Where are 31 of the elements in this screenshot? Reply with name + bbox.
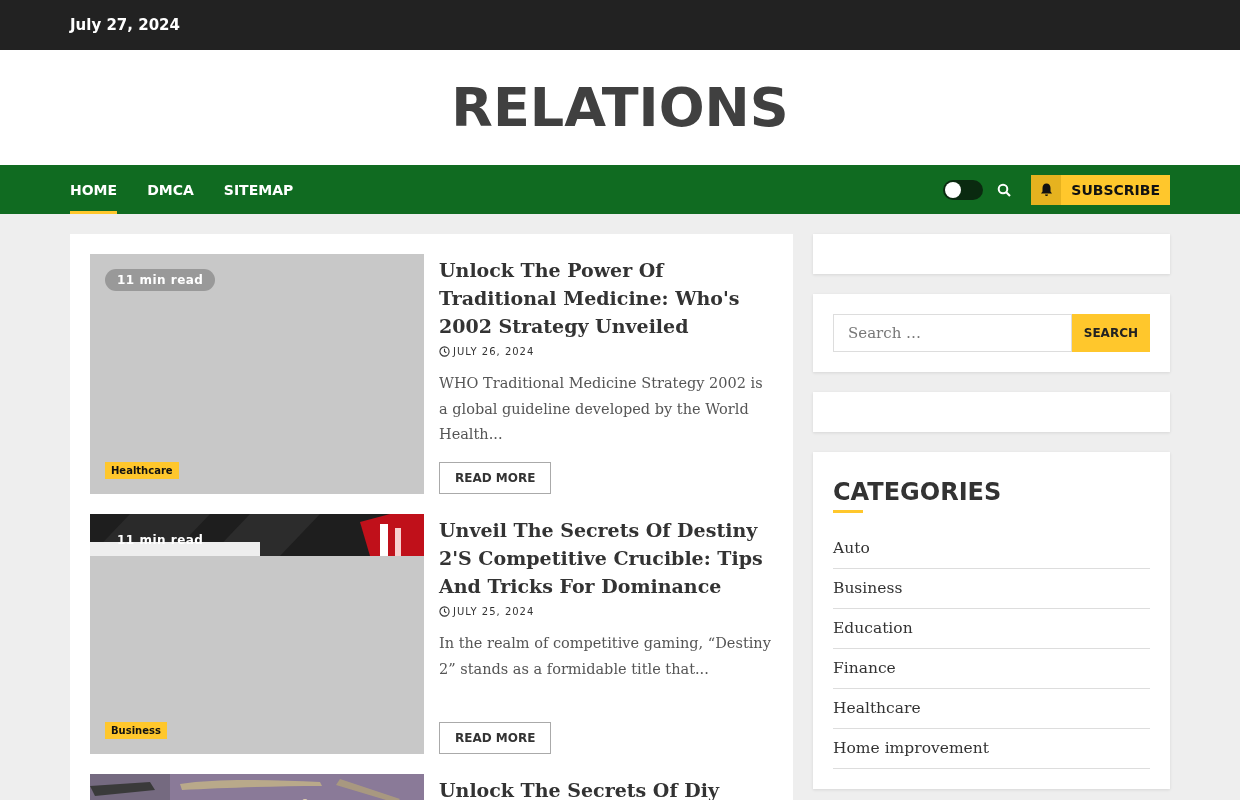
theme-toggle[interactable] xyxy=(943,179,984,200)
search-button[interactable]: SEARCH xyxy=(1071,314,1150,352)
nav-link[interactable]: DMCA xyxy=(147,165,194,214)
nav-link[interactable]: SITEMAP xyxy=(223,165,294,214)
clock-icon xyxy=(439,346,450,357)
post-title[interactable]: Unlock The Power Of Traditional Medicine: Who's 2002 Strategy Unveiled xyxy=(439,254,773,340)
search-icon[interactable] xyxy=(997,182,1012,197)
site-title[interactable]: RELATIONS xyxy=(451,76,789,139)
post-title[interactable]: Unveil The Secrets Of Destiny 2'S Competitive Crucible: Tips And Tricks For Dominance xyxy=(439,514,773,600)
read-time-label: 11 min read xyxy=(105,269,216,291)
category-tag[interactable]: Healthcare xyxy=(105,462,179,479)
subscribe-button[interactable]: SUBSCRIBE xyxy=(1031,174,1170,205)
post-date: JULY 25, 2024 xyxy=(453,606,535,617)
read-more-button[interactable]: READ MORE xyxy=(439,462,552,494)
date-text: July 27, 2024 xyxy=(70,16,180,34)
widget-title: CATEGORIES xyxy=(833,478,1002,506)
category-link[interactable]: Home improvement xyxy=(833,729,1150,769)
post-excerpt: In the realm of competitive gaming, “Destiny 2” stands as a formidable title that... xyxy=(439,634,772,679)
nav-link[interactable]: HOME xyxy=(70,165,118,214)
category-link[interactable]: Auto xyxy=(833,539,1150,569)
search-field[interactable]: Search … xyxy=(833,314,1072,352)
category-link[interactable]: Finance xyxy=(833,649,1150,689)
post-excerpt: WHO Traditional Medicine Strategy 2002 is a global guideline developed by the World Health... xyxy=(439,374,764,444)
post-date: JULY 26, 2024 xyxy=(453,346,535,357)
category-link[interactable]: Healthcare xyxy=(833,689,1150,729)
read-more-button[interactable]: READ MORE xyxy=(439,722,552,754)
category-link[interactable]: Education xyxy=(833,609,1150,649)
category-link[interactable]: Business xyxy=(833,569,1150,609)
bell-icon xyxy=(1039,182,1053,197)
category-tag[interactable]: Business xyxy=(105,722,167,739)
clock-icon xyxy=(439,606,450,617)
